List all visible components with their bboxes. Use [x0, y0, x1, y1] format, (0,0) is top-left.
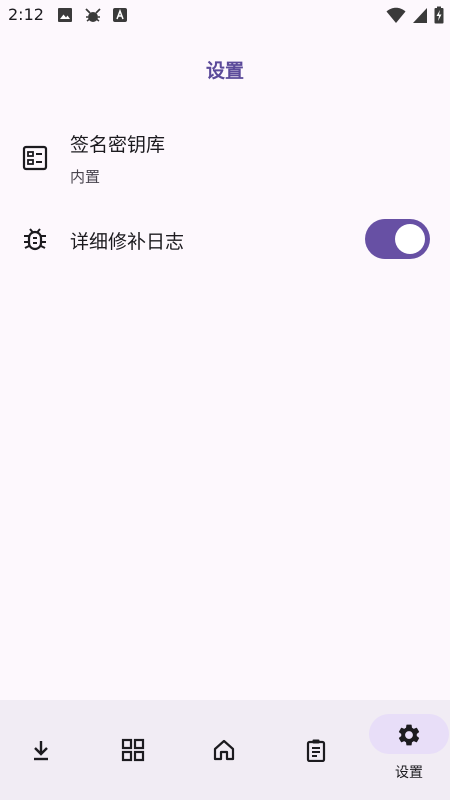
nav-settings-label: 设置 — [395, 765, 423, 781]
verbose-log-title: 详细修补日志 — [70, 231, 185, 253]
setting-keystore[interactable]: 签名密钥库 内置 — [0, 118, 450, 200]
toggle-knob — [395, 224, 425, 254]
page-title: 设置 — [205, 60, 244, 82]
download-icon — [34, 741, 48, 761]
gear-icon — [398, 724, 420, 746]
bug-notify-icon — [85, 8, 101, 22]
nav-item-downloads[interactable] — [0, 700, 86, 800]
nav-item-apps[interactable] — [88, 700, 178, 800]
setting-verbose-log[interactable]: 详细修补日志 — [0, 210, 450, 268]
status-right-icons — [386, 6, 444, 24]
apps-grid-icon — [121, 738, 145, 762]
keystore-title: 签名密钥库 — [70, 134, 166, 156]
nav-item-home[interactable] — [179, 700, 269, 800]
home-icon — [213, 739, 235, 761]
battery-charging-icon — [434, 6, 444, 24]
keystore-subtitle: 内置 — [70, 168, 101, 186]
status-time: 2:12 — [8, 5, 44, 24]
bug-icon — [24, 228, 46, 251]
app-a-icon — [113, 8, 127, 22]
bottom-nav: 设置 — [0, 700, 450, 800]
image-icon — [58, 8, 72, 22]
verbose-log-toggle[interactable] — [365, 219, 430, 259]
clipboard-icon — [306, 739, 326, 762]
wifi-icon — [386, 7, 406, 23]
status-bar: 2:12 — [0, 0, 450, 32]
keystore-icon — [22, 145, 48, 171]
signal-icon — [413, 8, 427, 23]
nav-item-logs[interactable] — [271, 700, 361, 800]
